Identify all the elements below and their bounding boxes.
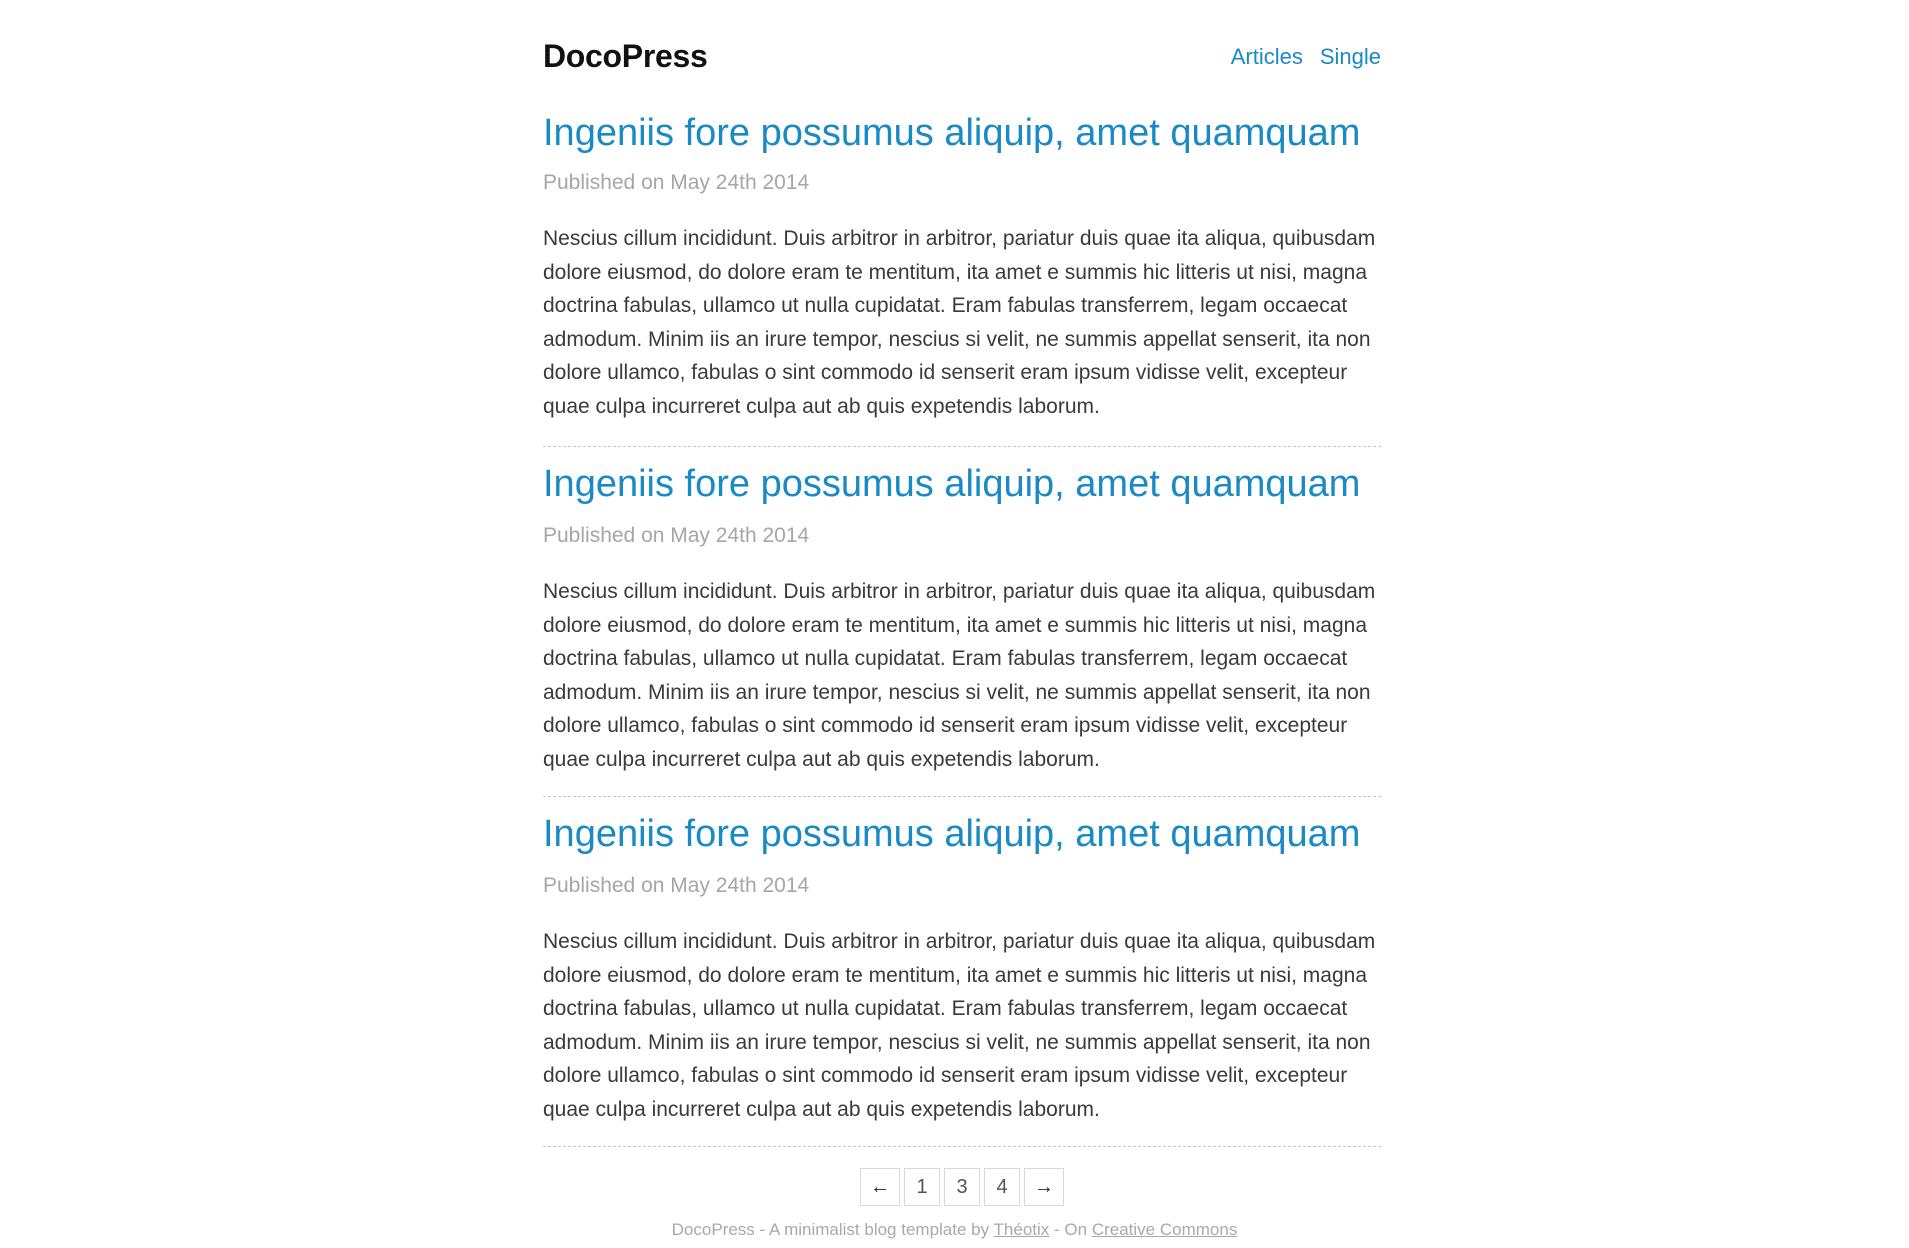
arrow-left-icon: ← bbox=[870, 1175, 890, 1198]
article-excerpt: Nescius cillum incididunt. Duis arbitror… bbox=[543, 227, 1376, 418]
article-title-link[interactable]: Ingeniis fore possumus aliquip, amet qua… bbox=[543, 110, 1360, 156]
article-excerpt: Nescius cillum incididunt. Duis arbitror… bbox=[543, 930, 1376, 1121]
site-header: DocoPress Articles Single bbox=[543, 0, 1381, 110]
pagination-page-1[interactable]: 1 bbox=[904, 1168, 940, 1206]
pagination-next-button[interactable]: → bbox=[1024, 1168, 1064, 1206]
pagination-page-4[interactable]: 4 bbox=[984, 1168, 1020, 1206]
article-date: Published on May 24th 2014 bbox=[543, 874, 810, 897]
article: Ingeniis fore possumus aliquip, amet qua… bbox=[543, 447, 1381, 797]
article: Ingeniis fore possumus aliquip, amet qua… bbox=[543, 110, 1381, 447]
nav-articles-link[interactable]: Articles bbox=[1231, 42, 1303, 72]
main-nav: Articles Single bbox=[1231, 42, 1381, 72]
article-date: Published on May 24th 2014 bbox=[543, 171, 810, 194]
content-container: DocoPress Articles Single Ingeniis fore … bbox=[543, 0, 1381, 1206]
page: DocoPress Articles Single Ingeniis fore … bbox=[0, 0, 1909, 1248]
pagination: ← 1 3 4 → bbox=[543, 1168, 1381, 1206]
footer-text-before: DocoPress - A minimalist blog template b… bbox=[671, 1220, 990, 1239]
site-footer: DocoPress - A minimalist blog template b… bbox=[0, 1219, 1909, 1241]
footer-text-middle: - On bbox=[1054, 1220, 1088, 1239]
article: Ingeniis fore possumus aliquip, amet qua… bbox=[543, 797, 1381, 1147]
footer-author-link[interactable]: Théotix bbox=[994, 1220, 1050, 1239]
article-excerpt: Nescius cillum incididunt. Duis arbitror… bbox=[543, 580, 1376, 771]
pagination-prev-button[interactable]: ← bbox=[860, 1168, 900, 1206]
site-title[interactable]: DocoPress bbox=[543, 36, 708, 76]
article-title-link[interactable]: Ingeniis fore possumus aliquip, amet qua… bbox=[543, 461, 1360, 507]
arrow-right-icon: → bbox=[1034, 1175, 1054, 1198]
nav-single-link[interactable]: Single bbox=[1320, 42, 1381, 72]
article-date: Published on May 24th 2014 bbox=[543, 524, 810, 547]
footer-license-link[interactable]: Creative Commons bbox=[1092, 1220, 1238, 1239]
pagination-page-3[interactable]: 3 bbox=[944, 1168, 980, 1206]
article-title-link[interactable]: Ingeniis fore possumus aliquip, amet qua… bbox=[543, 811, 1360, 857]
